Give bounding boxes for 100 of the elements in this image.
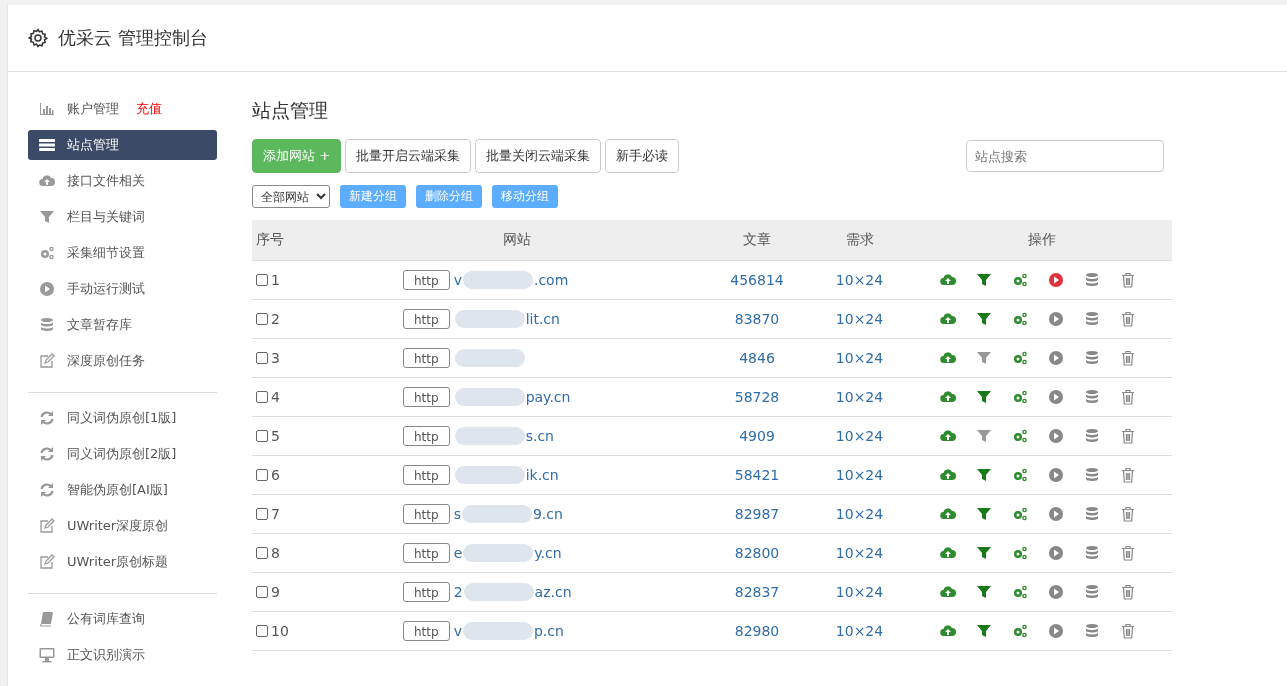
protocol-tag[interactable]: http bbox=[403, 582, 450, 602]
sidebar-item[interactable]: 接口文件相关 bbox=[28, 166, 217, 196]
sidebar-item-label: 采集细节设置 bbox=[67, 244, 145, 262]
sidebar-item[interactable]: 智能伪原创[AI版] bbox=[28, 475, 217, 505]
sidebar-item[interactable]: 采集细节设置 bbox=[28, 238, 217, 268]
row-number: 5 bbox=[271, 428, 280, 444]
row-checkbox[interactable] bbox=[256, 352, 268, 364]
play-icon bbox=[39, 281, 55, 297]
cloud-upload-icon bbox=[940, 272, 956, 288]
row-checkbox[interactable] bbox=[256, 274, 268, 286]
row-checkbox[interactable] bbox=[256, 469, 268, 481]
cloud-upload-icon bbox=[940, 311, 956, 327]
sidebar-item[interactable]: UWriter原创标题 bbox=[28, 547, 217, 577]
article-count: 82800 bbox=[707, 533, 807, 573]
protocol-tag[interactable]: http bbox=[403, 348, 450, 368]
redaction-blur bbox=[454, 466, 525, 484]
play-icon bbox=[1048, 311, 1064, 327]
sidebar-item-label: 同义词伪原创[2版] bbox=[67, 445, 177, 463]
recharge-link[interactable]: 充值 bbox=[136, 100, 162, 118]
settings-icon bbox=[1012, 389, 1028, 405]
protocol-tag[interactable]: http bbox=[403, 621, 450, 641]
sidebar-item[interactable]: 站点管理 bbox=[28, 130, 217, 160]
refresh-icon bbox=[39, 482, 55, 498]
demand-cell: 10×24 bbox=[807, 260, 912, 300]
settings-icon bbox=[1012, 506, 1028, 522]
demand-cell: 10×24 bbox=[807, 611, 912, 651]
row-number: 4 bbox=[271, 389, 280, 405]
row-number: 10 bbox=[271, 623, 289, 639]
column-header: 序号 bbox=[252, 220, 327, 261]
row-checkbox[interactable] bbox=[256, 547, 268, 559]
row-checkbox[interactable] bbox=[256, 430, 268, 442]
sidebar-item-label: 站点管理 bbox=[67, 136, 119, 154]
cloud-upload-icon bbox=[940, 350, 956, 366]
protocol-tag[interactable]: http bbox=[403, 309, 450, 329]
sidebar-item[interactable]: 手动运行测试 bbox=[28, 274, 217, 304]
play-icon bbox=[1048, 428, 1064, 444]
database-icon bbox=[39, 317, 55, 333]
row-checkbox[interactable] bbox=[256, 391, 268, 403]
redaction-blur bbox=[461, 505, 532, 523]
protocol-tag[interactable]: http bbox=[403, 426, 450, 446]
sidebar-item[interactable]: 深度原创任务 bbox=[28, 346, 217, 376]
row-checkbox[interactable] bbox=[256, 586, 268, 598]
search-field[interactable]: 站点搜索 bbox=[966, 140, 1164, 172]
row-checkbox[interactable] bbox=[256, 625, 268, 637]
redaction-blur bbox=[454, 349, 525, 367]
protocol-tag[interactable]: http bbox=[403, 465, 450, 485]
toolbar-button[interactable]: 批量关闭云端采集 bbox=[475, 139, 602, 173]
sidebar-item[interactable]: 公有词库查询 bbox=[28, 604, 217, 634]
sidebar-item[interactable]: 栏目与关键词 bbox=[28, 202, 217, 232]
cloud-upload-icon bbox=[940, 506, 956, 522]
row-checkbox[interactable] bbox=[256, 508, 268, 520]
demand-cell: 10×24 bbox=[807, 377, 912, 417]
article-count: 58421 bbox=[707, 455, 807, 495]
cloud-upload-icon bbox=[940, 467, 956, 483]
play-icon bbox=[1048, 545, 1064, 561]
demand-cell: 10×24 bbox=[807, 533, 912, 573]
protocol-tag[interactable]: http bbox=[403, 270, 450, 290]
sidebar-item[interactable]: 同义词伪原创[1版] bbox=[28, 403, 217, 433]
sidebar-item-label: 公有词库查询 bbox=[67, 610, 145, 628]
row-number: 8 bbox=[271, 545, 280, 561]
sidebar-item[interactable]: 账户管理 充值 bbox=[28, 94, 217, 124]
site-domain-start: 2 bbox=[453, 584, 463, 600]
sidebar-item-label: 文章暂存库 bbox=[67, 316, 132, 334]
column-header: 文章 bbox=[707, 220, 807, 261]
refresh-icon bbox=[39, 446, 55, 462]
play-icon bbox=[1048, 506, 1064, 522]
database-icon bbox=[1084, 389, 1100, 405]
demand-cell: 10×24 bbox=[807, 338, 912, 378]
protocol-tag[interactable]: http bbox=[403, 387, 450, 407]
sidebar-item[interactable]: 文章暂存库 bbox=[28, 310, 217, 340]
chart-icon bbox=[39, 101, 55, 117]
row-checkbox[interactable] bbox=[256, 313, 268, 325]
protocol-tag[interactable]: http bbox=[403, 504, 450, 524]
site-domain-start: e bbox=[453, 545, 463, 561]
sidebar-item[interactable]: 同义词伪原创[2版] bbox=[28, 439, 217, 469]
site-domain-start: s bbox=[453, 506, 461, 522]
delete-icon bbox=[1120, 272, 1136, 288]
sidebar-item[interactable]: 正文识别演示 bbox=[28, 640, 217, 670]
toolbar-button[interactable]: 新手必读 bbox=[605, 139, 680, 173]
delete-icon bbox=[1120, 506, 1136, 522]
delete-icon bbox=[1120, 428, 1136, 444]
filter-icon bbox=[39, 209, 55, 225]
sidebar-item[interactable]: UWriter深度原创 bbox=[28, 511, 217, 541]
settings-icon bbox=[1012, 428, 1028, 444]
protocol-tag[interactable]: http bbox=[403, 543, 450, 563]
cloud-upload-icon bbox=[940, 623, 956, 639]
settings-icon[interactable] bbox=[28, 28, 48, 48]
group-select[interactable]: 全部网站 bbox=[252, 185, 330, 208]
site-domain-end: pay.cn bbox=[525, 389, 571, 405]
site-domain-end: s.cn bbox=[525, 428, 554, 444]
delete-icon bbox=[1120, 545, 1136, 561]
play-icon bbox=[1048, 467, 1064, 483]
row-number: 2 bbox=[271, 311, 280, 327]
delete-icon bbox=[1120, 584, 1136, 600]
toolbar-button[interactable]: 批量开启云端采集 bbox=[345, 139, 472, 173]
row-number: 6 bbox=[271, 467, 280, 483]
site-domain-end: .com bbox=[533, 272, 569, 288]
site-domain-end: az.cn bbox=[534, 584, 572, 600]
row-number: 1 bbox=[271, 272, 280, 288]
database-icon bbox=[1084, 545, 1100, 561]
